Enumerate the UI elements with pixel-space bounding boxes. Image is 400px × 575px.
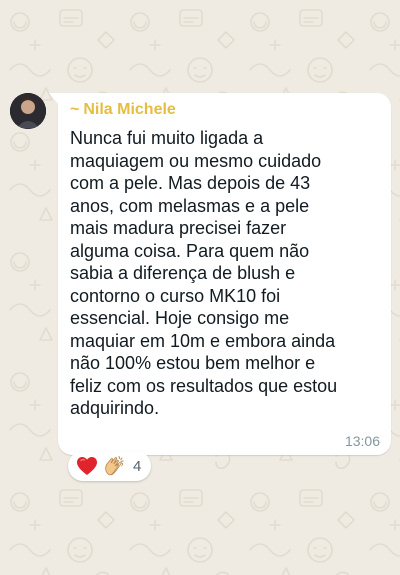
sender-name[interactable]: ~ Nila Michele bbox=[70, 101, 176, 119]
bubble-tail bbox=[49, 93, 59, 105]
sender-avatar[interactable] bbox=[10, 93, 46, 129]
message-text: Nunca fui muito ligada a maquiagem ou me… bbox=[70, 128, 338, 418]
sender-name-label: Nila Michele bbox=[83, 101, 176, 118]
message-timestamp: 13:06 bbox=[344, 433, 380, 449]
reaction-count: 4 bbox=[133, 457, 142, 475]
reactions-pill[interactable]: 4 bbox=[68, 451, 152, 481]
message-bubble[interactable]: ~ Nila Michele Nunca fui muito ligada a m… bbox=[49, 93, 391, 455]
sender-prefix: ~ bbox=[70, 101, 80, 118]
clapping-hands-icon bbox=[105, 456, 124, 476]
red-heart-icon bbox=[77, 457, 97, 475]
